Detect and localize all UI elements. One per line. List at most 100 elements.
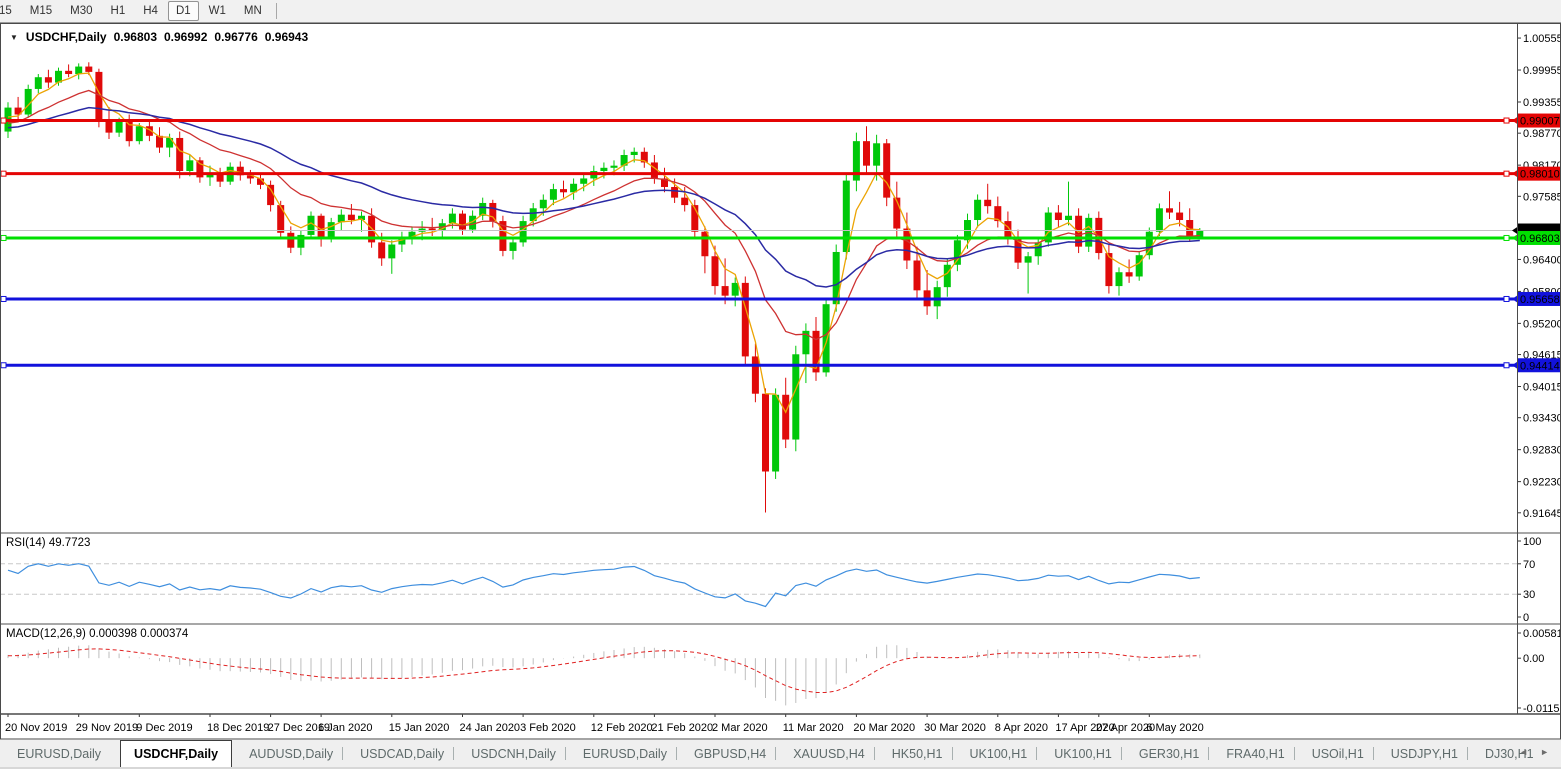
date-axis-label: 6 May 2020 <box>1146 722 1203 734</box>
date-axis-label: 8 Apr 2020 <box>995 722 1048 734</box>
timeframe-button-m30[interactable]: M30 <box>62 1 100 21</box>
timeframe-button-d1[interactable]: D1 <box>168 1 199 21</box>
candle-body <box>843 181 850 252</box>
macd-axis-label: -0.011514 <box>1523 703 1561 715</box>
chart-symbol-period: USDCHF,Daily <box>26 30 107 44</box>
candle-body <box>85 67 92 72</box>
candle-body <box>701 232 708 257</box>
tab-usdjpy-h1[interactable]: USDJPY,H1 <box>1382 740 1467 767</box>
line-right-handle[interactable] <box>1504 363 1509 368</box>
date-axis-label: 9 Dec 2019 <box>136 722 192 734</box>
candle-body <box>914 261 921 291</box>
tab-separator <box>342 747 343 760</box>
line-left-handle[interactable] <box>1 296 6 301</box>
date-axis-label: 30 Mar 2020 <box>924 722 986 734</box>
price-tag-value: 0.96803 <box>1520 233 1560 245</box>
candle-body <box>449 214 456 224</box>
candle-body <box>1176 213 1183 220</box>
candle-body <box>722 286 729 296</box>
chart-canvas[interactable]: 1.005550.999550.993550.987700.981700.975… <box>0 23 1561 740</box>
candle-body <box>176 138 183 171</box>
timeframe-button-w1[interactable]: W1 <box>201 1 234 21</box>
tab-scroll-arrows: ◄ ► <box>1519 747 1549 757</box>
candle-body <box>75 67 82 74</box>
rsi-axis-label: 30 <box>1523 589 1535 601</box>
chart-close-value: 0.96943 <box>265 30 308 44</box>
candle-body <box>550 189 557 200</box>
line-right-handle[interactable] <box>1504 171 1509 176</box>
tab-separator <box>1208 747 1209 760</box>
date-axis-label: 24 Jan 2020 <box>460 722 521 734</box>
candle-body <box>156 136 163 148</box>
candle-body <box>186 160 193 171</box>
line-right-handle[interactable] <box>1504 296 1509 301</box>
candle-body <box>580 178 587 183</box>
tab-xauusd-h4[interactable]: XAUUSD,H4 <box>784 740 874 767</box>
tab-usoil-h1[interactable]: USOil,H1 <box>1303 740 1373 767</box>
timeframe-button-h4[interactable]: H4 <box>135 1 166 21</box>
tab-ger30-h1[interactable]: GER30,H1 <box>1130 740 1208 767</box>
line-left-handle[interactable] <box>1 363 6 368</box>
price-axis-tick-label: 0.93430 <box>1523 413 1561 425</box>
candle-body <box>883 143 890 197</box>
tab-separator <box>453 747 454 760</box>
tab-eurusd-daily[interactable]: EURUSD,Daily <box>8 740 110 767</box>
tab-gbpusd-h4[interactable]: GBPUSD,H4 <box>685 740 775 767</box>
chart-title: ▼ USDCHF,Daily 0.96803 0.96992 0.96776 0… <box>10 30 308 44</box>
tab-audusd-daily[interactable]: AUDUSD,Daily <box>240 740 342 767</box>
line-right-handle[interactable] <box>1504 235 1509 240</box>
tab-usdcnh-daily[interactable]: USDCNH,Daily <box>462 740 565 767</box>
candle-body <box>489 203 496 221</box>
date-axis-label: 15 Jan 2020 <box>389 722 450 734</box>
line-left-handle[interactable] <box>1 171 6 176</box>
candle-body <box>1156 208 1163 231</box>
candle-body <box>45 77 52 82</box>
candle-body <box>35 77 42 89</box>
candle-body <box>671 187 678 198</box>
price-tag-value: 0.98010 <box>1520 169 1560 181</box>
price-axis-tick-label: 0.95200 <box>1523 318 1561 330</box>
tab-separator <box>775 747 776 760</box>
tab-separator <box>1036 747 1037 760</box>
candle-body <box>1065 216 1072 220</box>
price-axis-tick-label: 0.99955 <box>1523 65 1561 77</box>
candle-body <box>277 205 284 233</box>
candle-body <box>762 394 769 472</box>
tab-usdcad-daily[interactable]: USDCAD,Daily <box>351 740 453 767</box>
line-right-handle[interactable] <box>1504 118 1509 123</box>
macd-axis-label: 0.005818 <box>1523 628 1561 640</box>
candle-body <box>106 122 113 133</box>
candle-body <box>712 256 719 286</box>
tab-uk100-h1[interactable]: UK100,H1 <box>1045 740 1121 767</box>
candle-body <box>560 189 567 192</box>
candle-body <box>1055 213 1062 220</box>
candle-body <box>903 229 910 261</box>
tab-scroll-right-icon[interactable]: ► <box>1540 747 1549 757</box>
candle-body <box>792 354 799 439</box>
line-left-handle[interactable] <box>1 118 6 123</box>
price-tag-value: 0.99007 <box>1520 116 1560 128</box>
price-axis-tick-label: 0.92230 <box>1523 477 1561 489</box>
price-tag-value: 0.94414 <box>1520 360 1560 372</box>
candle-body <box>732 283 739 296</box>
tab-separator <box>1373 747 1374 760</box>
chart-symbol-dropdown-icon[interactable]: ▼ <box>10 33 18 42</box>
date-axis-label: 18 Dec 2019 <box>207 722 269 734</box>
chart-high-value: 0.96992 <box>164 30 207 44</box>
candle-body <box>782 395 789 440</box>
tab-uk100-h1[interactable]: UK100,H1 <box>961 740 1037 767</box>
candle-body <box>873 143 880 165</box>
tab-hk50-h1[interactable]: HK50,H1 <box>883 740 952 767</box>
chart-tab-bar: EURUSD,Daily USDCHF,Daily AUDUSD,Daily USDC… <box>0 740 1561 769</box>
timeframe-button-15[interactable]: 15 <box>0 1 20 21</box>
line-left-handle[interactable] <box>1 235 6 240</box>
candle-body <box>944 265 951 287</box>
rsi-axis-label: 0 <box>1523 612 1529 624</box>
tab-scroll-left-icon[interactable]: ◄ <box>1519 747 1528 757</box>
tab-fra40-h1[interactable]: FRA40,H1 <box>1217 740 1293 767</box>
tab-usdchf-daily[interactable]: USDCHF,Daily <box>120 740 232 767</box>
tab-eurusd-daily[interactable]: EURUSD,Daily <box>574 740 676 767</box>
timeframe-button-h1[interactable]: H1 <box>103 1 134 21</box>
timeframe-button-m15[interactable]: M15 <box>22 1 60 21</box>
timeframe-button-mn[interactable]: MN <box>236 1 270 21</box>
